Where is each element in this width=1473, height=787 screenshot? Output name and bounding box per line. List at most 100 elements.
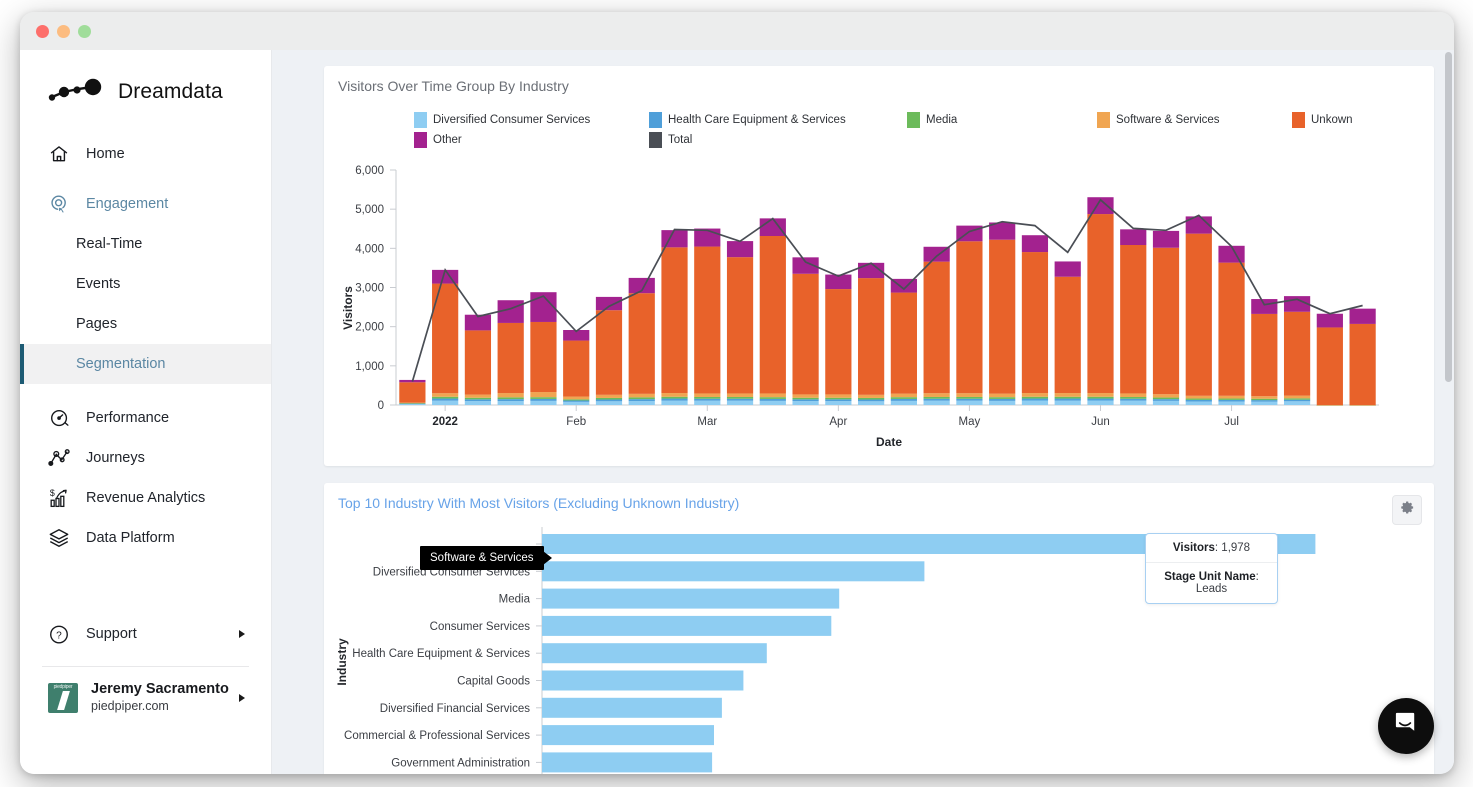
bar-segment[interactable] [1087,399,1113,401]
bar-segment[interactable] [1186,401,1212,405]
sidebar-item-journeys[interactable]: Journeys [20,438,271,478]
bar-segment[interactable] [825,401,851,405]
bar-segment[interactable] [760,393,786,397]
bar-segment[interactable] [1218,399,1244,400]
bar-segment[interactable] [891,394,917,398]
bar-segment[interactable] [727,401,753,405]
legend-item-software-services[interactable]: Software & Services [1097,112,1292,128]
bar-segment[interactable] [1317,405,1343,406]
sidebar-item-support[interactable]: ? Support [20,614,271,654]
bar-segment[interactable] [924,393,950,397]
bar-segment[interactable] [924,399,950,401]
bar-segment[interactable] [1350,405,1376,406]
bar-segment[interactable] [1186,396,1212,399]
bar-segment[interactable] [825,394,851,397]
bar-segment[interactable] [694,393,720,397]
bar-segment[interactable] [924,401,950,405]
bar-segment[interactable] [432,397,458,399]
bar-segment[interactable] [1251,396,1277,399]
legend-item-media[interactable]: Media [907,112,1097,128]
bar-segment[interactable] [1153,394,1179,397]
bar-segment[interactable] [1120,393,1146,397]
bar-segment[interactable] [465,330,491,394]
bar-segment[interactable] [1022,235,1048,252]
bar-segment[interactable] [1251,402,1277,405]
bar-segment[interactable] [1350,309,1376,324]
bar-segment[interactable] [924,262,950,394]
hbar-bar[interactable] [542,698,722,718]
card-link-title[interactable]: Top 10 Industry With Most Visitors (Excl… [338,495,739,511]
bar-segment[interactable] [530,399,556,401]
bar-segment[interactable] [1317,314,1343,328]
bar-segment[interactable] [399,382,425,402]
bar-segment[interactable] [989,394,1015,398]
sidebar-item-engagement[interactable]: Engagement [20,184,271,224]
bar-segment[interactable] [760,218,786,236]
bar-segment[interactable] [727,241,753,257]
brand-logo[interactable]: Dreamdata [20,50,271,112]
bar-segment[interactable] [1055,397,1081,399]
bar-segment[interactable] [1186,400,1212,402]
bar-segment[interactable] [530,322,556,392]
bar-segment[interactable] [661,397,687,399]
legend-item-unkown[interactable]: Unkown [1292,112,1353,128]
bar-segment[interactable] [792,401,818,405]
bar-segment[interactable] [1022,393,1048,397]
bar-segment[interactable] [563,397,589,400]
bar-segment[interactable] [1153,231,1179,248]
stacked-bar-chart[interactable]: Visitors 01,0002,0003,0004,0005,0006,000… [324,158,1424,458]
bar-segment[interactable] [563,341,589,397]
bar-segment[interactable] [1251,399,1277,400]
bar-segment[interactable] [1251,400,1277,402]
bar-segment[interactable] [1284,400,1310,402]
bar-segment[interactable] [1153,248,1179,394]
bar-segment[interactable] [825,289,851,394]
bar-segment[interactable] [727,397,753,399]
bar-segment[interactable] [530,397,556,399]
sidebar-item-revenue-analytics[interactable]: $ Revenue Analytics [20,478,271,518]
bar-segment[interactable] [1218,246,1244,263]
content-scrollbar[interactable] [1445,52,1452,770]
bar-segment[interactable] [727,393,753,397]
bar-segment[interactable] [498,393,524,397]
bar-segment[interactable] [1284,396,1310,399]
bar-segment[interactable] [1186,234,1212,396]
bar-segment[interactable] [1087,393,1113,397]
bar-segment[interactable] [1055,401,1081,405]
chart-settings-button[interactable] [1392,495,1422,525]
bar-segment[interactable] [858,400,884,402]
bar-segment[interactable] [1022,252,1048,393]
bar-segment[interactable] [792,399,818,401]
bar-segment[interactable] [858,401,884,405]
bar-segment[interactable] [956,241,982,393]
bar-segment[interactable] [498,399,524,401]
bar-segment[interactable] [694,247,720,394]
bar-segment[interactable] [1350,324,1376,405]
bar-segment[interactable] [1284,312,1310,396]
sidebar-subitem-segmentation[interactable]: Segmentation [20,344,271,384]
hbar-bar[interactable] [542,643,767,663]
hbar-bar[interactable] [542,725,714,745]
bar-segment[interactable] [661,401,687,405]
bar-segment[interactable] [465,398,491,400]
bar-segment[interactable] [1284,398,1310,399]
bar-segment[interactable] [956,401,982,405]
sidebar-subitem-pages[interactable]: Pages [20,304,271,344]
user-account-row[interactable]: piedpiper Jeremy Sacramento piedpiper.co… [20,667,271,714]
bar-segment[interactable] [661,393,687,397]
bar-segment[interactable] [465,399,491,401]
bar-segment[interactable] [694,397,720,399]
legend-item-other[interactable]: Other [414,132,649,148]
bar-segment[interactable] [858,395,884,398]
bar-segment[interactable] [465,395,491,398]
hbar-bar[interactable] [542,671,743,691]
bar-segment[interactable] [596,400,622,402]
bar-segment[interactable] [760,236,786,393]
sidebar-item-performance[interactable]: Performance [20,398,271,438]
bar-segment[interactable] [989,397,1015,399]
bar-segment[interactable] [1120,397,1146,399]
bar-segment[interactable] [1120,245,1146,393]
bar-segment[interactable] [1087,401,1113,406]
bar-segment[interactable] [792,398,818,400]
bar-segment[interactable] [1022,401,1048,406]
